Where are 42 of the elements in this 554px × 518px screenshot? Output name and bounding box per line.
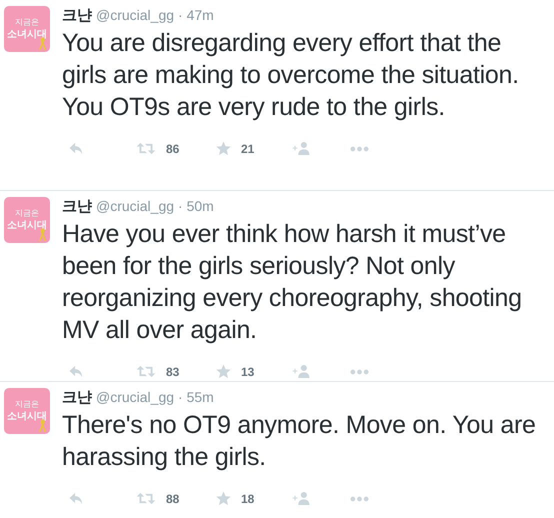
avatar[interactable]: 지금은 소녀시대 [4,197,50,243]
tweet-text: There's no OT9 anymore. Move on. You are harassing the girls. [62,410,537,473]
retweet-count: 83 [166,364,180,378]
follow-icon[interactable] [292,142,312,155]
avatar[interactable]: 지금은 소녀시대 [4,388,50,434]
more-icon[interactable] [350,496,369,502]
avatar-title: 소녀시대 [7,28,47,41]
follow-icon[interactable] [292,492,312,505]
retweet-icon[interactable] [136,142,156,155]
avatar-caption: 지금은 [15,18,39,27]
favorite-count: 18 [241,492,254,506]
more-icon[interactable] [350,146,369,152]
reply-icon[interactable] [68,142,84,155]
favorite-count: 21 [241,142,254,156]
star-icon[interactable] [216,491,231,506]
user-name[interactable]: 크냔 [62,388,92,407]
avatar-caption: 지금은 [15,209,39,218]
retweet-icon[interactable] [136,365,156,378]
tweet-text: Have you ever think how harsh it must’ve been for the girls seriously? Not only reorganizing every choreography, shooting MV all over again. [62,219,523,346]
retweet-count: 88 [166,492,180,506]
reply-icon[interactable] [68,365,84,378]
user-handle[interactable]: @crucial_gg [96,7,174,23]
reply-icon[interactable] [68,492,84,505]
tweet-time[interactable]: · 55m [178,389,214,405]
user-name[interactable]: 크냔 [62,6,92,25]
follow-icon[interactable] [292,365,312,378]
user-name[interactable]: 크냔 [62,197,92,216]
user-handle[interactable]: @crucial_gg [96,389,174,405]
tweet-time[interactable]: · 50m [178,198,214,214]
retweet-icon[interactable] [136,492,156,505]
avatar-caption: 지금은 [15,400,39,409]
user-handle[interactable]: @crucial_gg [96,198,174,214]
avatar[interactable]: 지금은 소녀시대 [4,6,50,52]
star-icon[interactable] [216,141,231,156]
tweet-text: You are disregarding every effort that the girls are making to overcome the situation. You OT9s are very rude to the girls. [62,28,520,123]
tweet-time[interactable]: · 47m [178,7,214,23]
retweet-count: 86 [166,142,180,156]
more-icon[interactable] [350,368,369,374]
avatar-title: 소녀시대 [7,219,47,232]
favorite-count: 13 [241,364,254,378]
avatar-title: 소녀시대 [7,410,47,423]
star-icon[interactable] [216,364,231,379]
